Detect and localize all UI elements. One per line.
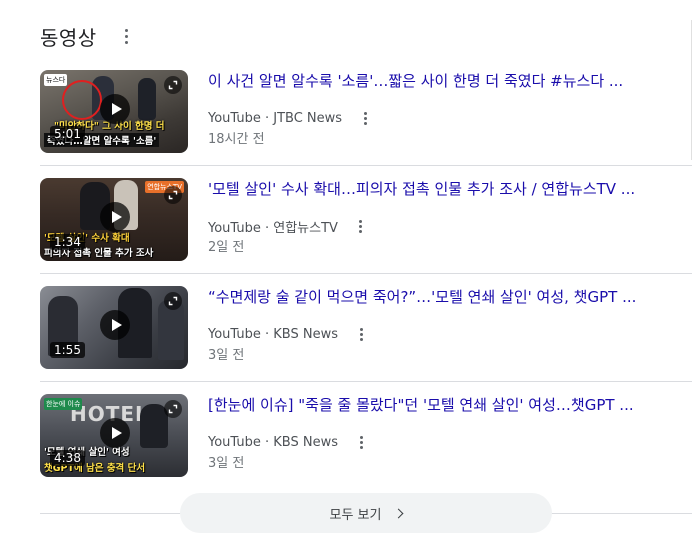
more-vert-icon[interactable] [356, 218, 366, 234]
video-title-link[interactable]: [한눈에 이슈] "죽을 줄 몰랐다"던 '모텔 연쇄 살인' 여성…챗GPT … [208, 394, 688, 416]
video-duration: 4:38 [50, 450, 85, 466]
video-date: 2일 전 [208, 240, 245, 255]
more-vert-icon[interactable] [119, 27, 135, 47]
video-source: YouTube · KBS News [208, 434, 338, 450]
more-vert-icon[interactable] [356, 326, 366, 342]
video-duration: 5:01 [50, 126, 85, 142]
play-icon [111, 211, 122, 223]
video-thumbnail[interactable]: 1:55 [40, 286, 188, 369]
chevron-right-icon [394, 508, 404, 518]
video-title-link[interactable]: “수면제랑 술 같이 먹으면 죽어?”…'모텔 연쇄 살인' 여성, 챗GPT … [208, 286, 688, 308]
expand-icon[interactable] [164, 186, 182, 204]
video-date: 3일 전 [208, 348, 245, 363]
more-vert-icon[interactable] [360, 110, 370, 126]
video-result: 연합뉴스TV '모텔 살인' 수사 확대 피의자 접촉 인물 추가 조사 1:3… [40, 166, 692, 274]
play-button[interactable] [100, 202, 130, 232]
thumbnail-badge: 한눈에 이슈 [44, 398, 83, 410]
video-date: 18시간 전 [208, 132, 265, 147]
video-thumbnail[interactable]: HOTEL 한눈에 이슈 '모텔 연쇄 살인' 여성 챗GPT에 남은 충격 단… [40, 394, 188, 477]
thumbnail-figure [138, 78, 156, 120]
thumbnail-badge: 뉴스다 [44, 74, 68, 86]
play-button[interactable] [100, 418, 130, 448]
video-list: 뉴스다 "미안하다" 그 사이 한명 더 죽였다…알면 알수록 '소름' 5:0… [40, 58, 692, 490]
videos-section-header: 동영상 [40, 22, 135, 51]
section-title: 동영상 [40, 26, 97, 50]
play-icon [111, 103, 122, 115]
show-more-row: 모두 보기 [40, 493, 692, 533]
video-source: YouTube · 연합뉴스TV [208, 220, 338, 236]
play-icon [111, 427, 122, 439]
video-date: 3일 전 [208, 456, 245, 471]
expand-icon[interactable] [164, 400, 182, 418]
show-all-label: 모두 보기 [329, 507, 382, 523]
video-title-link[interactable]: '모텔 살인' 수사 확대…피의자 접촉 인물 추가 조사 / 연합뉴스TV .… [208, 178, 688, 200]
show-all-button[interactable]: 모두 보기 [180, 493, 552, 533]
play-icon [111, 319, 122, 331]
video-title-link[interactable]: 이 사건 알면 알수록 '소름'…짧은 사이 한명 더 죽였다 #뉴스다 ... [208, 70, 688, 92]
play-button[interactable] [100, 310, 130, 340]
scrollbar-track[interactable] [691, 20, 698, 160]
video-result: 뉴스다 "미안하다" 그 사이 한명 더 죽였다…알면 알수록 '소름' 5:0… [40, 58, 692, 166]
video-source: YouTube · KBS News [208, 326, 338, 342]
expand-icon[interactable] [164, 292, 182, 310]
video-source: YouTube · JTBC News [208, 110, 343, 126]
video-thumbnail[interactable]: 연합뉴스TV '모텔 살인' 수사 확대 피의자 접촉 인물 추가 조사 1:3… [40, 178, 188, 261]
expand-icon[interactable] [164, 76, 182, 94]
video-duration: 1:34 [50, 234, 85, 250]
video-result: HOTEL 한눈에 이슈 '모텔 연쇄 살인' 여성 챗GPT에 남은 충격 단… [40, 382, 692, 490]
more-vert-icon[interactable] [356, 434, 366, 450]
thumbnail-highlight-circle [62, 80, 102, 120]
video-result: 1:55 “수면제랑 술 같이 먹으면 죽어?”…'모텔 연쇄 살인' 여성, … [40, 274, 692, 382]
play-button[interactable] [100, 94, 130, 124]
video-duration: 1:55 [50, 342, 85, 358]
video-thumbnail[interactable]: 뉴스다 "미안하다" 그 사이 한명 더 죽였다…알면 알수록 '소름' 5:0… [40, 70, 188, 153]
